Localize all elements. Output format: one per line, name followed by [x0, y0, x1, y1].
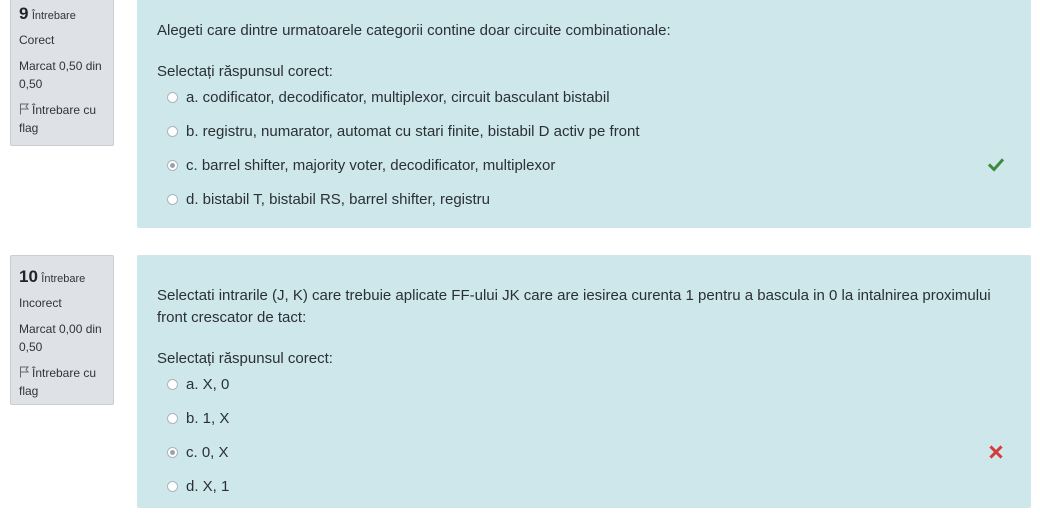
- answer-option-d[interactable]: d. X, 1: [157, 477, 1011, 511]
- answer-label: c. barrel shifter, majority voter, decod…: [186, 157, 556, 174]
- question-content: Alegeti care dintre urmatoarele categori…: [137, 0, 1031, 228]
- answer-option-a[interactable]: a. X, 0: [157, 375, 1011, 409]
- answer-option-c[interactable]: c. 0, X: [157, 443, 1011, 477]
- answer-label: d. bistabil T, bistabil RS, barrel shift…: [186, 191, 491, 208]
- answer-prompt: Selectați răspunsul corect:: [157, 63, 333, 80]
- answer-option-b[interactable]: b. 1, X: [157, 409, 1011, 443]
- question-grade: Marcat 0,50 din 0,50: [19, 59, 102, 91]
- question-content: Selectati intrarile (J, K) care trebuie …: [137, 255, 1031, 508]
- answer-option-b[interactable]: b. registru, numarator, automat cu stari…: [157, 122, 1011, 156]
- flag-label: Întrebare cu flag: [19, 103, 97, 135]
- answer-label: b. 1, X: [186, 410, 230, 427]
- answer-option-a[interactable]: a. codificator, decodificator, multiplex…: [157, 88, 1011, 122]
- answer-radio-selected[interactable]: [167, 447, 178, 458]
- answer-radio[interactable]: [167, 92, 178, 103]
- question-label: Întrebare: [31, 10, 76, 22]
- answer-label: a. codificator, decodificator, multiplex…: [186, 89, 610, 106]
- check-icon: [987, 158, 1005, 172]
- answer-radio[interactable]: [167, 413, 178, 424]
- answer-prompt: Selectați răspunsul corect:: [157, 350, 333, 367]
- cross-icon: [989, 445, 1003, 459]
- flag-icon: [20, 103, 30, 115]
- answer-radio[interactable]: [167, 194, 178, 205]
- answer-list: a. codificator, decodificator, multiplex…: [157, 88, 1011, 224]
- question-info: 10 Întrebare Incorect Marcat 0,00 din 0,…: [10, 255, 114, 405]
- flag-question-link[interactable]: Întrebare cu flag: [19, 101, 105, 137]
- question-state: Incorect: [19, 296, 62, 310]
- question-state: Corect: [19, 33, 55, 47]
- flag-question-link[interactable]: Întrebare cu flag: [19, 364, 105, 400]
- answer-label: a. X, 0: [186, 376, 230, 393]
- question-text: Alegeti care dintre urmatoarele categori…: [157, 22, 671, 39]
- answer-radio[interactable]: [167, 126, 178, 137]
- question-label: Întrebare: [41, 273, 86, 285]
- question-text: Selectati intrarile (J, K) care trebuie …: [157, 287, 991, 326]
- question-number: 10: [19, 267, 38, 286]
- answer-option-d[interactable]: d. bistabil T, bistabil RS, barrel shift…: [157, 190, 1011, 224]
- answer-option-c[interactable]: c. barrel shifter, majority voter, decod…: [157, 156, 1011, 190]
- answer-label: d. X, 1: [186, 478, 230, 495]
- flag-icon: [20, 366, 30, 378]
- question-grade: Marcat 0,00 din 0,50: [19, 322, 102, 354]
- flag-label: Întrebare cu flag: [19, 366, 97, 398]
- answer-radio[interactable]: [167, 379, 178, 390]
- answer-label: b. registru, numarator, automat cu stari…: [186, 123, 640, 140]
- answer-list: a. X, 0 b. 1, X c. 0, X d. X, 1: [157, 375, 1011, 511]
- question-number: 9: [19, 4, 29, 23]
- answer-label: c. 0, X: [186, 444, 229, 461]
- answer-radio-selected[interactable]: [167, 160, 178, 171]
- answer-radio[interactable]: [167, 481, 178, 492]
- question-info: 9 Întrebare Corect Marcat 0,50 din 0,50 …: [10, 0, 114, 146]
